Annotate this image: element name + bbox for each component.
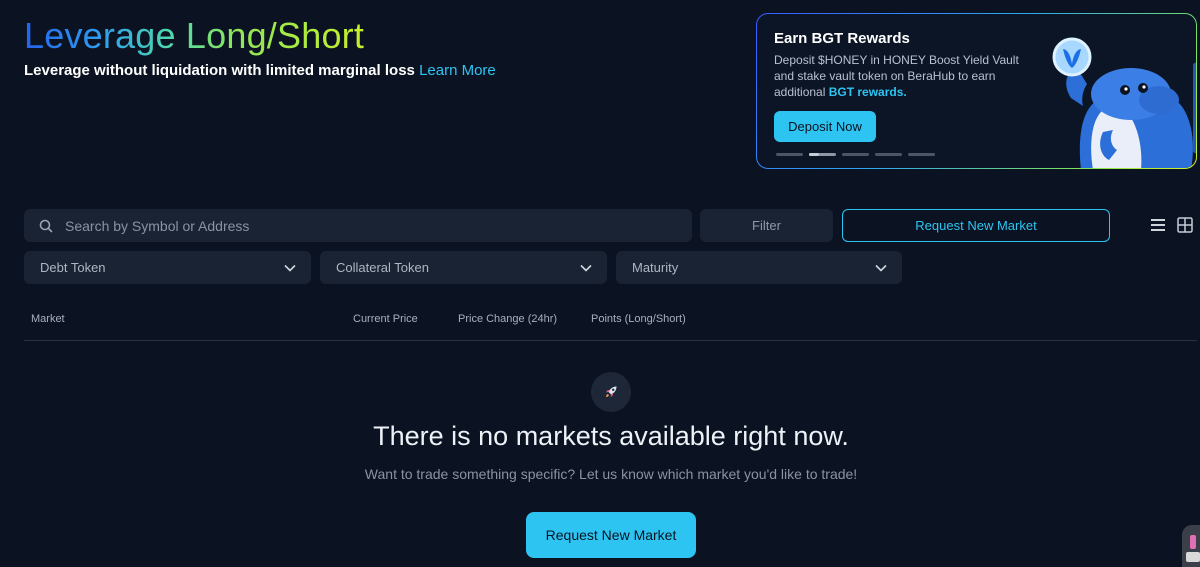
filter-button[interactable]: Filter <box>700 209 833 242</box>
chevron-down-icon <box>284 264 296 272</box>
deposit-now-button[interactable]: Deposit Now <box>774 111 876 142</box>
promo-title: Earn BGT Rewards <box>774 30 910 47</box>
page: Leverage Long/Short Leverage without liq… <box>0 0 1200 567</box>
maturity-label: Maturity <box>632 260 679 275</box>
page-subtitle: Leverage without liquidation with limite… <box>24 62 496 79</box>
column-header-price-change[interactable]: Price Change (24hr) <box>458 313 557 325</box>
page-title: Leverage Long/Short <box>24 15 365 56</box>
search-bar[interactable] <box>24 209 692 242</box>
rocket-icon <box>606 386 617 397</box>
carousel-indicator <box>776 153 935 156</box>
empty-state-subtitle: Want to trade something specific? Let us… <box>364 466 858 482</box>
promo-card-inner: Earn BGT Rewards Deposit $HONEY in HONEY… <box>757 14 1196 168</box>
collateral-token-label: Collateral Token <box>336 260 429 275</box>
carousel-dot-active[interactable] <box>809 153 836 156</box>
promo-card: Earn BGT Rewards Deposit $HONEY in HONEY… <box>756 13 1197 169</box>
column-header-current-price[interactable]: Current Price <box>353 313 418 325</box>
request-new-market-cta-button[interactable]: Request New Market <box>526 512 696 558</box>
collateral-token-dropdown[interactable]: Collateral Token <box>320 251 607 284</box>
chevron-down-icon <box>875 264 887 272</box>
grid-view-icon[interactable] <box>1177 217 1193 233</box>
carousel-dot[interactable] <box>842 153 869 156</box>
table-divider <box>24 340 1197 341</box>
empty-state-icon-badge <box>591 372 631 412</box>
carousel-dot[interactable] <box>875 153 902 156</box>
learn-more-link[interactable]: Learn More <box>419 62 496 79</box>
column-header-market[interactable]: Market <box>31 313 65 325</box>
corner-widget-tab[interactable] <box>1182 525 1200 567</box>
promo-body: Deposit $HONEY in HONEY Boost Yield Vaul… <box>774 52 1039 100</box>
debt-token-label: Debt Token <box>40 260 106 275</box>
search-input[interactable] <box>65 217 692 234</box>
list-view-icon[interactable] <box>1150 218 1166 232</box>
empty-state-title: There is no markets available right now. <box>373 421 849 451</box>
carousel-dot[interactable] <box>908 153 935 156</box>
column-header-points[interactable]: Points (Long/Short) <box>591 313 686 325</box>
maturity-dropdown[interactable]: Maturity <box>616 251 902 284</box>
request-new-market-button[interactable]: Request New Market <box>842 209 1110 242</box>
search-icon <box>39 219 53 232</box>
carousel-dot[interactable] <box>776 153 803 156</box>
promo-highlight: BGT rewards. <box>828 85 907 99</box>
bear-mascot-illustration <box>1052 37 1196 168</box>
chevron-down-icon <box>580 264 592 272</box>
subtitle-text: Leverage without liquidation with limite… <box>24 62 415 79</box>
debt-token-dropdown[interactable]: Debt Token <box>24 251 311 284</box>
